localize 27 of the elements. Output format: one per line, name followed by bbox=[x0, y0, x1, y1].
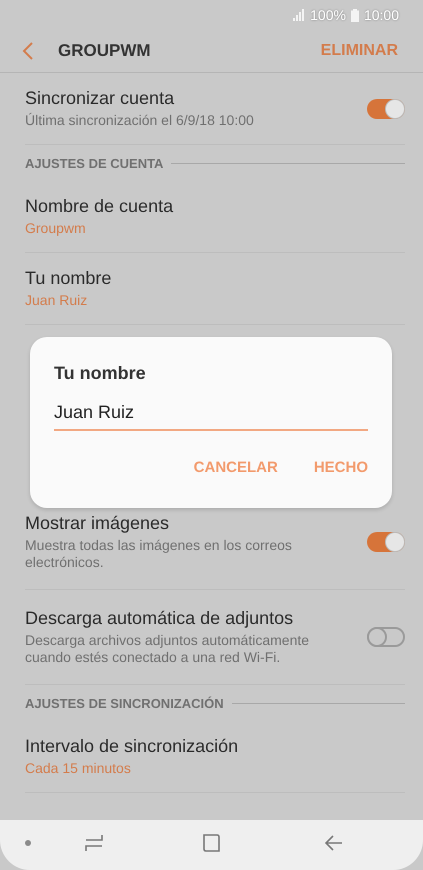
toggle-switch[interactable] bbox=[367, 532, 405, 552]
setting-value: Groupwm bbox=[25, 220, 87, 237]
setting-title[interactable]: Tu nombre bbox=[25, 268, 405, 289]
back-icon[interactable] bbox=[22, 42, 34, 60]
toggle-switch[interactable] bbox=[367, 98, 405, 118]
recent-apps-icon[interactable] bbox=[85, 834, 103, 852]
toggle-switch[interactable] bbox=[367, 627, 405, 647]
setting-description: Muestra todas las imágenes en los correos electrónicos. bbox=[25, 537, 293, 571]
setting-title[interactable]: Sincronizar cuenta bbox=[25, 88, 367, 109]
setting-value: Juan Ruiz bbox=[25, 292, 88, 309]
screen-title: GROUPWM bbox=[58, 41, 152, 61]
setting-description: Descarga archivos adjuntos automáticamente cuando estés conectado a una red Wi-Fi. bbox=[25, 632, 310, 666]
setting-title[interactable]: Descarga automática de adjuntos bbox=[25, 608, 367, 629]
section-header: AJUSTES DE CUENTA bbox=[25, 156, 164, 170]
home-icon[interactable] bbox=[203, 834, 220, 852]
section-header: AJUSTES DE SINCRONIZACIÓN bbox=[25, 696, 224, 710]
setting-description: Última sincronización el 6/9/18 10:00 bbox=[25, 112, 255, 129]
setting-value: Cada 15 minutos bbox=[25, 760, 132, 777]
dot-icon[interactable] bbox=[25, 840, 31, 846]
signal-icon bbox=[293, 9, 306, 21]
setting-title[interactable]: Mostrar imágenes bbox=[25, 513, 367, 534]
setting-title[interactable]: Intervalo de sincronización bbox=[25, 736, 405, 757]
setting-title[interactable]: Nombre de cuenta bbox=[25, 196, 405, 217]
back-icon[interactable] bbox=[325, 835, 343, 851]
dialog-title: Tu nombre bbox=[54, 363, 147, 384]
battery-icon bbox=[350, 8, 359, 22]
name-field[interactable]: Juan Ruiz bbox=[54, 402, 368, 431]
